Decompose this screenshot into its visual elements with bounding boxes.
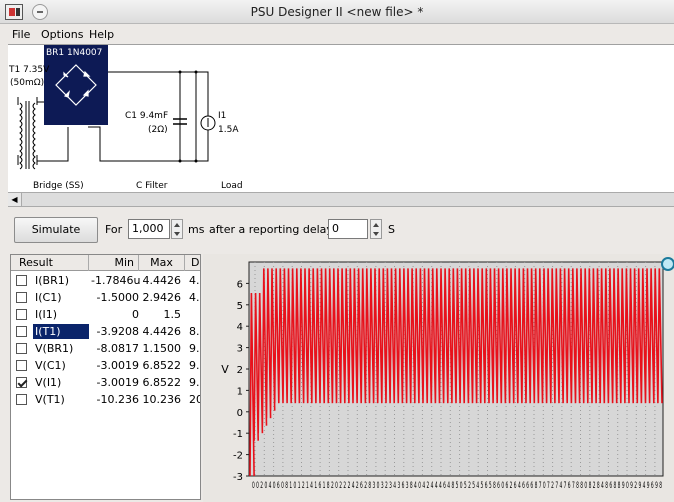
title-bar: PSU Designer II <new file> * [0, 0, 674, 24]
result-checkbox[interactable] [16, 360, 27, 371]
col-max[interactable]: Max [139, 255, 185, 271]
result-name: V(I1) [35, 376, 62, 389]
duration-spinner[interactable] [171, 219, 183, 239]
y-tick-label: 3 [237, 344, 243, 355]
result-max: 1.1500 [142, 342, 182, 355]
col-min[interactable]: Min [89, 255, 139, 271]
menu-file[interactable]: File [12, 28, 30, 41]
result-max: 6.8522 [142, 376, 182, 389]
results-table[interactable]: Result Min Max D I(BR1)-1.7846u4.44264.4… [10, 254, 201, 500]
transformer-secondary [32, 102, 36, 170]
y-tick-label: -2 [233, 451, 243, 462]
result-min: -1.7846u [91, 274, 141, 287]
bridge-label: BR1 1N4007 [46, 48, 103, 58]
y-tick-label: 1 [237, 386, 243, 397]
result-name: V(T1) [35, 393, 65, 406]
result-checkbox[interactable] [16, 309, 27, 320]
y-tick-label: 2 [237, 365, 243, 376]
result-checkbox[interactable] [16, 326, 27, 337]
section-filter-label: C Filter [136, 181, 168, 191]
circuit-diagram [17, 45, 216, 170]
result-delta: 8.36 [189, 325, 200, 338]
result-max: 10.236 [142, 393, 182, 406]
result-checkbox[interactable] [16, 292, 27, 303]
result-delta: 9.85 [189, 376, 200, 389]
y-tick-label: 0 [237, 408, 243, 419]
table-row[interactable]: I(BR1) -1.7846u4.4426 4.44 [11, 272, 200, 289]
delay-unit: S [388, 223, 395, 236]
load-label: I1 [218, 111, 227, 121]
result-min: -1.5000 [96, 291, 139, 304]
result-min: 0 [132, 308, 139, 321]
col-result[interactable]: Result [11, 255, 89, 271]
capacitor-esr: (2Ω) [148, 125, 168, 135]
result-name: V(BR1) [35, 342, 74, 355]
window-title: PSU Designer II <new file> * [250, 5, 424, 19]
waveform-chart: 6 5 4 3 2 1 0 -1 -2 -3 V 0 0 2 0 4 0 6 0 8 1 0 1 2 … [221, 261, 664, 491]
result-name: V(C1) [35, 359, 66, 372]
result-checkbox[interactable] [16, 343, 27, 354]
x-tick-labels: 0 0 2 0 4 0 6 0 8 1 0 1 2 1 4 1 6 1 8 2 … [252, 481, 662, 491]
result-delta: 9.85 [189, 359, 200, 372]
result-delta: 4.44 [189, 291, 200, 304]
result-min: -3.0019 [96, 376, 139, 389]
result-min: -10.236 [96, 393, 139, 406]
transformer-label: T1 7.35V [9, 65, 50, 75]
result-min: -8.0817 [96, 342, 139, 355]
transformer-resistance: (50mΩ) [10, 78, 45, 88]
result-max: 4.4426 [142, 325, 182, 338]
simulate-button[interactable]: Simulate [14, 217, 98, 243]
results-header: Result Min Max D [11, 255, 200, 271]
result-delta: 9.23 [189, 342, 200, 355]
table-row[interactable]: V(BR1) -8.08171.1500 9.23 [11, 340, 200, 357]
col-d[interactable]: D [185, 255, 200, 271]
result-checkbox[interactable] [16, 394, 27, 405]
table-row[interactable]: I(I1) 0 1.5 [11, 306, 200, 323]
result-min: -3.9208 [96, 325, 139, 338]
capacitor-label: C1 9.4mF [125, 111, 169, 121]
result-max: 1.5 [163, 308, 182, 321]
result-max: 2.9426 [142, 291, 182, 304]
duration-input[interactable]: 1,000 [128, 219, 170, 239]
result-delta: 4.44 [189, 274, 200, 287]
load-current: 1.5A [218, 125, 239, 135]
delay-input[interactable]: 0 [328, 219, 368, 239]
table-row[interactable]: I(T1) -3.92084.4426 8.36 [11, 323, 200, 340]
result-max: 6.8522 [142, 359, 182, 372]
y-tick-label: -1 [233, 429, 243, 440]
result-name: I(BR1) [35, 274, 70, 287]
menu-options[interactable]: Options [41, 28, 83, 41]
schematic-scrollbar[interactable]: ◀ [8, 192, 674, 207]
result-checkbox[interactable] [16, 377, 27, 388]
y-tick-label: 4 [237, 322, 243, 333]
menu-help[interactable]: Help [89, 28, 114, 41]
delay-label: after a reporting delay of [209, 223, 348, 236]
result-max: 4.4426 [142, 274, 182, 287]
duration-unit: ms [188, 223, 205, 236]
transformer-primary [19, 102, 23, 170]
delay-spinner[interactable] [370, 219, 382, 239]
section-bridge-label: Bridge (SS) [33, 181, 84, 191]
table-row[interactable]: V(T1) -10.23610.236 20.4 [11, 391, 200, 408]
result-name: I(C1) [35, 291, 62, 304]
y-tick-label: 6 [237, 279, 243, 290]
result-name: I(I1) [35, 308, 58, 321]
table-row[interactable]: V(I1) -3.00196.8522 9.85 [11, 374, 200, 391]
waveform-graph[interactable]: 6 5 4 3 2 1 0 -1 -2 -3 V 0 0 2 0 4 0 6 0 8 1 0 1 2 … [203, 254, 674, 502]
y-axis-label: V [221, 363, 229, 376]
table-row[interactable]: I(C1) -1.50002.9426 4.44 [11, 289, 200, 306]
menu-bar: File Options Help [0, 25, 674, 44]
schematic-canvas[interactable]: BR1 1N4007 T1 7.35V (50mΩ) C1 9.4mF (2Ω)… [8, 44, 674, 192]
y-tick-label: 5 [237, 301, 243, 312]
zoom-icon[interactable] [661, 257, 674, 271]
result-name: I(T1) [33, 324, 89, 339]
result-min: -3.0019 [96, 359, 139, 372]
y-tick-label: -3 [233, 472, 243, 483]
result-delta: 20.4 [189, 393, 200, 406]
for-label: For [105, 223, 123, 236]
section-load-label: Load [221, 181, 243, 191]
scroll-left-arrow-icon[interactable]: ◀ [8, 193, 22, 206]
result-checkbox[interactable] [16, 275, 27, 286]
table-row[interactable]: V(C1) -3.00196.8522 9.85 [11, 357, 200, 374]
